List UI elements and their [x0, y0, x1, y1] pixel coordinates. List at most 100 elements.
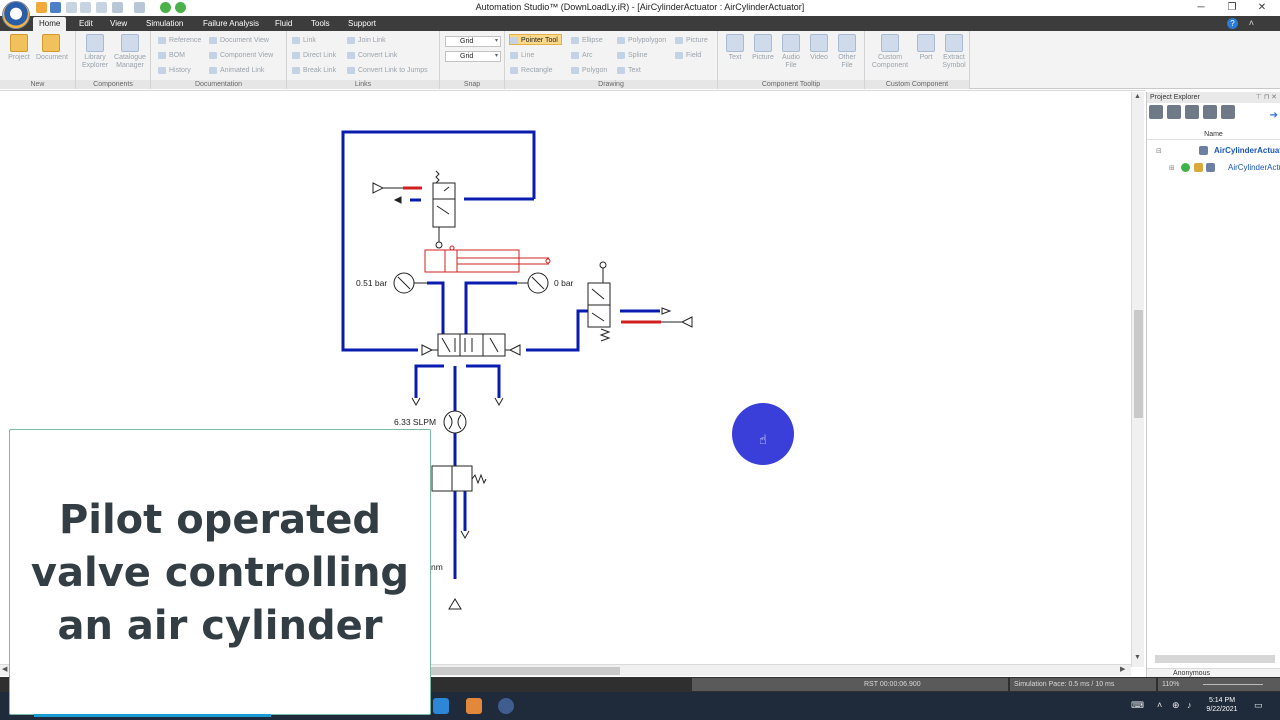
- explorer-horizontal-scrollbar[interactable]: [1155, 655, 1275, 663]
- close-button[interactable]: ✕: [1247, 1, 1277, 15]
- top-pilot-valve[interactable]: [372, 170, 456, 249]
- explorer-tool-5-icon[interactable]: [1221, 105, 1235, 119]
- project-button[interactable]: Project: [4, 34, 34, 62]
- taskbar-clock[interactable]: 5:14 PM 9/22/2021: [1196, 696, 1248, 714]
- network-icon[interactable]: ⊕: [1172, 700, 1183, 711]
- help-icon[interactable]: ?: [1227, 18, 1238, 29]
- maximize-button[interactable]: ❐: [1217, 1, 1247, 15]
- collapse-root-icon[interactable]: ⊟: [1156, 147, 1162, 155]
- pressure-gauge-left[interactable]: [393, 272, 427, 294]
- scroll-left-icon[interactable]: ◀: [2, 665, 7, 673]
- explorer-tool-1-icon[interactable]: [1149, 105, 1163, 119]
- snap-grid-select-1[interactable]: Grid: [445, 36, 501, 47]
- other-file-button[interactable]: Other File: [832, 34, 862, 70]
- tab-failure-analysis[interactable]: Failure Analysis: [197, 17, 265, 31]
- tooltip-text-button[interactable]: Text: [720, 34, 750, 62]
- polygon-button[interactable]: Polygon: [571, 65, 607, 76]
- library-explorer-button[interactable]: Library Explorer: [78, 34, 112, 70]
- history-button[interactable]: History: [158, 65, 191, 76]
- document-icon: [42, 34, 60, 52]
- minimize-button[interactable]: ─: [1186, 1, 1216, 15]
- flow-meter[interactable]: [443, 410, 467, 434]
- tree-node-child[interactable]: AirCylinderActuator: [1228, 163, 1280, 172]
- scroll-down-icon[interactable]: ▼: [1134, 654, 1141, 661]
- convert-link-button[interactable]: Convert Link: [347, 50, 397, 61]
- other-file-label: Other File: [838, 54, 856, 69]
- vertical-scrollbar[interactable]: ▲ ▼: [1131, 92, 1144, 667]
- audio-file-label: Audio File: [782, 54, 800, 69]
- library-explorer-icon: [86, 34, 104, 52]
- video-button[interactable]: Video: [804, 34, 834, 62]
- panel-controls[interactable]: ⊤ ⊓ ✕: [1256, 92, 1277, 103]
- document-view-button[interactable]: Document View: [209, 35, 269, 46]
- zoom-slider[interactable]: [1203, 684, 1263, 685]
- extract-symbol-button[interactable]: Extract Symbol: [939, 34, 969, 70]
- convert-link-to-jumps-button[interactable]: Convert Link to Jumps: [347, 65, 428, 76]
- tab-view[interactable]: View: [104, 17, 133, 31]
- tree-node-root[interactable]: AirCylinderActuator: [1214, 146, 1280, 155]
- air-cylinder[interactable]: [424, 245, 551, 273]
- animated-link-button[interactable]: Animated Link: [209, 65, 264, 76]
- tooltip-picture-button[interactable]: Picture: [748, 34, 778, 62]
- scroll-right-icon[interactable]: ▶: [1120, 665, 1125, 673]
- tab-edit[interactable]: Edit: [73, 17, 99, 31]
- notification-icon[interactable]: ▭: [1254, 700, 1265, 711]
- picture-button[interactable]: Picture: [675, 35, 708, 46]
- pressure-gauge-right[interactable]: [517, 272, 549, 294]
- main-directional-valve[interactable]: [411, 333, 521, 407]
- horizontal-scroll-thumb[interactable]: [430, 667, 620, 675]
- arc-button[interactable]: Arc: [571, 50, 593, 61]
- direct-link-button[interactable]: Direct Link: [292, 50, 336, 61]
- tab-simulation[interactable]: Simulation: [140, 17, 189, 31]
- tab-home[interactable]: Home: [33, 17, 67, 31]
- document-button[interactable]: Document: [36, 34, 68, 62]
- air-supply-source[interactable]: [448, 598, 462, 610]
- automation-studio-taskbar-icon[interactable]: [498, 698, 514, 714]
- navigate-forward-icon[interactable]: ➔: [1270, 110, 1278, 121]
- field-button[interactable]: Field: [675, 50, 701, 61]
- app-logo-icon[interactable]: [2, 1, 30, 29]
- explorer-tool-3-icon[interactable]: [1185, 105, 1199, 119]
- port-icon: [917, 34, 935, 52]
- expand-child-icon[interactable]: ⊞: [1169, 164, 1175, 172]
- extract-symbol-label: Extract Symbol: [942, 54, 966, 69]
- pressure-regulator[interactable]: [431, 465, 487, 540]
- polypolygon-button[interactable]: Polypolygon: [617, 35, 666, 46]
- collapse-ribbon-icon[interactable]: ˄: [1249, 18, 1254, 28]
- tray-chevron-icon[interactable]: ˄: [1157, 700, 1168, 711]
- tab-support[interactable]: Support: [342, 17, 382, 31]
- port-button[interactable]: Port: [911, 34, 941, 62]
- link-button[interactable]: Link: [292, 35, 316, 46]
- taskbar-app-icon[interactable]: [466, 698, 482, 714]
- explorer-tool-2-icon[interactable]: [1167, 105, 1181, 119]
- cylinder-port-a-line: [427, 281, 445, 337]
- explorer-tool-4-icon[interactable]: [1203, 105, 1217, 119]
- keyboard-icon[interactable]: ⌨: [1131, 700, 1144, 711]
- line-button[interactable]: Line: [510, 50, 534, 61]
- bom-button[interactable]: BOM: [158, 50, 185, 61]
- clock-date: 9/22/2021: [1206, 706, 1238, 713]
- ellipse-button[interactable]: Ellipse: [571, 35, 603, 46]
- tab-tools[interactable]: Tools: [305, 17, 336, 31]
- tab-fluid[interactable]: Fluid: [269, 17, 298, 31]
- catalogue-manager-button[interactable]: Catalogue Manager: [112, 34, 148, 70]
- join-link-button[interactable]: Join Link: [347, 35, 386, 46]
- reference-button[interactable]: Reference: [158, 35, 201, 46]
- rectangle-button[interactable]: Rectangle: [510, 65, 553, 76]
- snap-grid-select-2[interactable]: Grid: [445, 51, 501, 62]
- component-view-button[interactable]: Component View: [209, 50, 273, 61]
- audio-file-button[interactable]: Audio File: [776, 34, 806, 70]
- right-pilot-valve[interactable]: [587, 261, 693, 342]
- partial-label: nm: [431, 562, 443, 572]
- vertical-scroll-thumb[interactable]: [1134, 310, 1143, 418]
- column-header-name[interactable]: Name: [1147, 129, 1280, 140]
- break-link-button[interactable]: Break Link: [292, 65, 336, 76]
- pointer-tool-button[interactable]: Pointer Tool: [509, 34, 562, 45]
- mail-icon[interactable]: [433, 698, 449, 714]
- ribbon-group-components: Library Explorer Catalogue Manager Compo…: [76, 31, 151, 89]
- scroll-up-icon[interactable]: ▲: [1134, 93, 1141, 100]
- text-button[interactable]: Text: [617, 65, 641, 76]
- custom-component-button[interactable]: Custom Component: [867, 34, 913, 70]
- spline-button[interactable]: Spline: [617, 50, 647, 61]
- tooltip-text-label: Text: [728, 54, 742, 61]
